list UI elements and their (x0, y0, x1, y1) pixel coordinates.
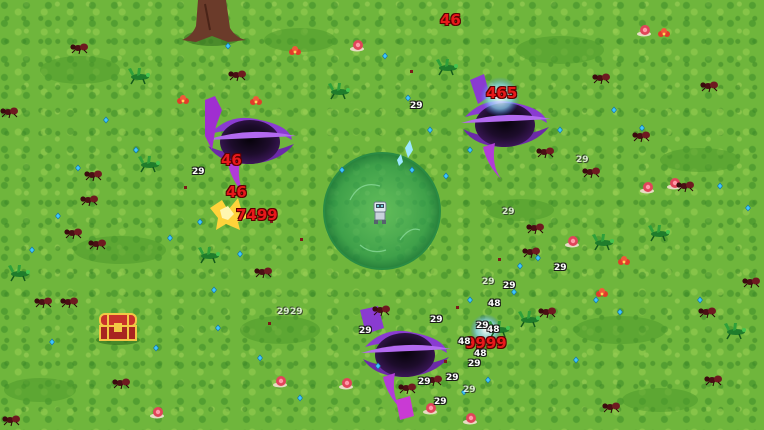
damage-number: 29 (468, 359, 481, 369)
game-viewport[interactable]: 46 465 46 46 7499 9999 29 29 29 29 29 29… (0, 0, 764, 430)
damage-number: 29 (482, 277, 495, 287)
damage-number: 46 (440, 11, 461, 29)
treasure-chest-icon (96, 313, 140, 345)
damage-number: 29 (576, 155, 589, 165)
damage-number: 465 (486, 84, 518, 102)
damage-number: 29 (418, 377, 431, 387)
black-hole-vortex-icon (206, 117, 296, 196)
damage-number: 29 (503, 281, 516, 291)
game-world (0, 0, 761, 427)
damage-number: 46 (226, 183, 247, 201)
damage-number: 48 (474, 349, 487, 359)
tree-icon (182, 0, 246, 46)
purple-flame (205, 96, 222, 150)
damage-number: 29 (410, 101, 423, 111)
purple-flame (396, 396, 414, 420)
damage-number: 7499 (236, 206, 278, 224)
damage-number: 29 (290, 307, 303, 317)
damage-number: 29 (434, 397, 447, 407)
damage-number: 48 (488, 299, 501, 309)
damage-number: 29 (277, 307, 290, 317)
damage-number: 48 (458, 337, 471, 347)
damage-number: 29 (502, 207, 515, 217)
damage-number: 29 (554, 263, 567, 273)
damage-number: 29 (430, 315, 443, 325)
damage-number: 48 (487, 325, 500, 335)
damage-number: 29 (463, 385, 476, 395)
damage-number: 29 (359, 326, 372, 336)
damage-number: 29 (446, 373, 459, 383)
damage-number: 29 (192, 167, 205, 177)
damage-number: 46 (221, 151, 242, 169)
